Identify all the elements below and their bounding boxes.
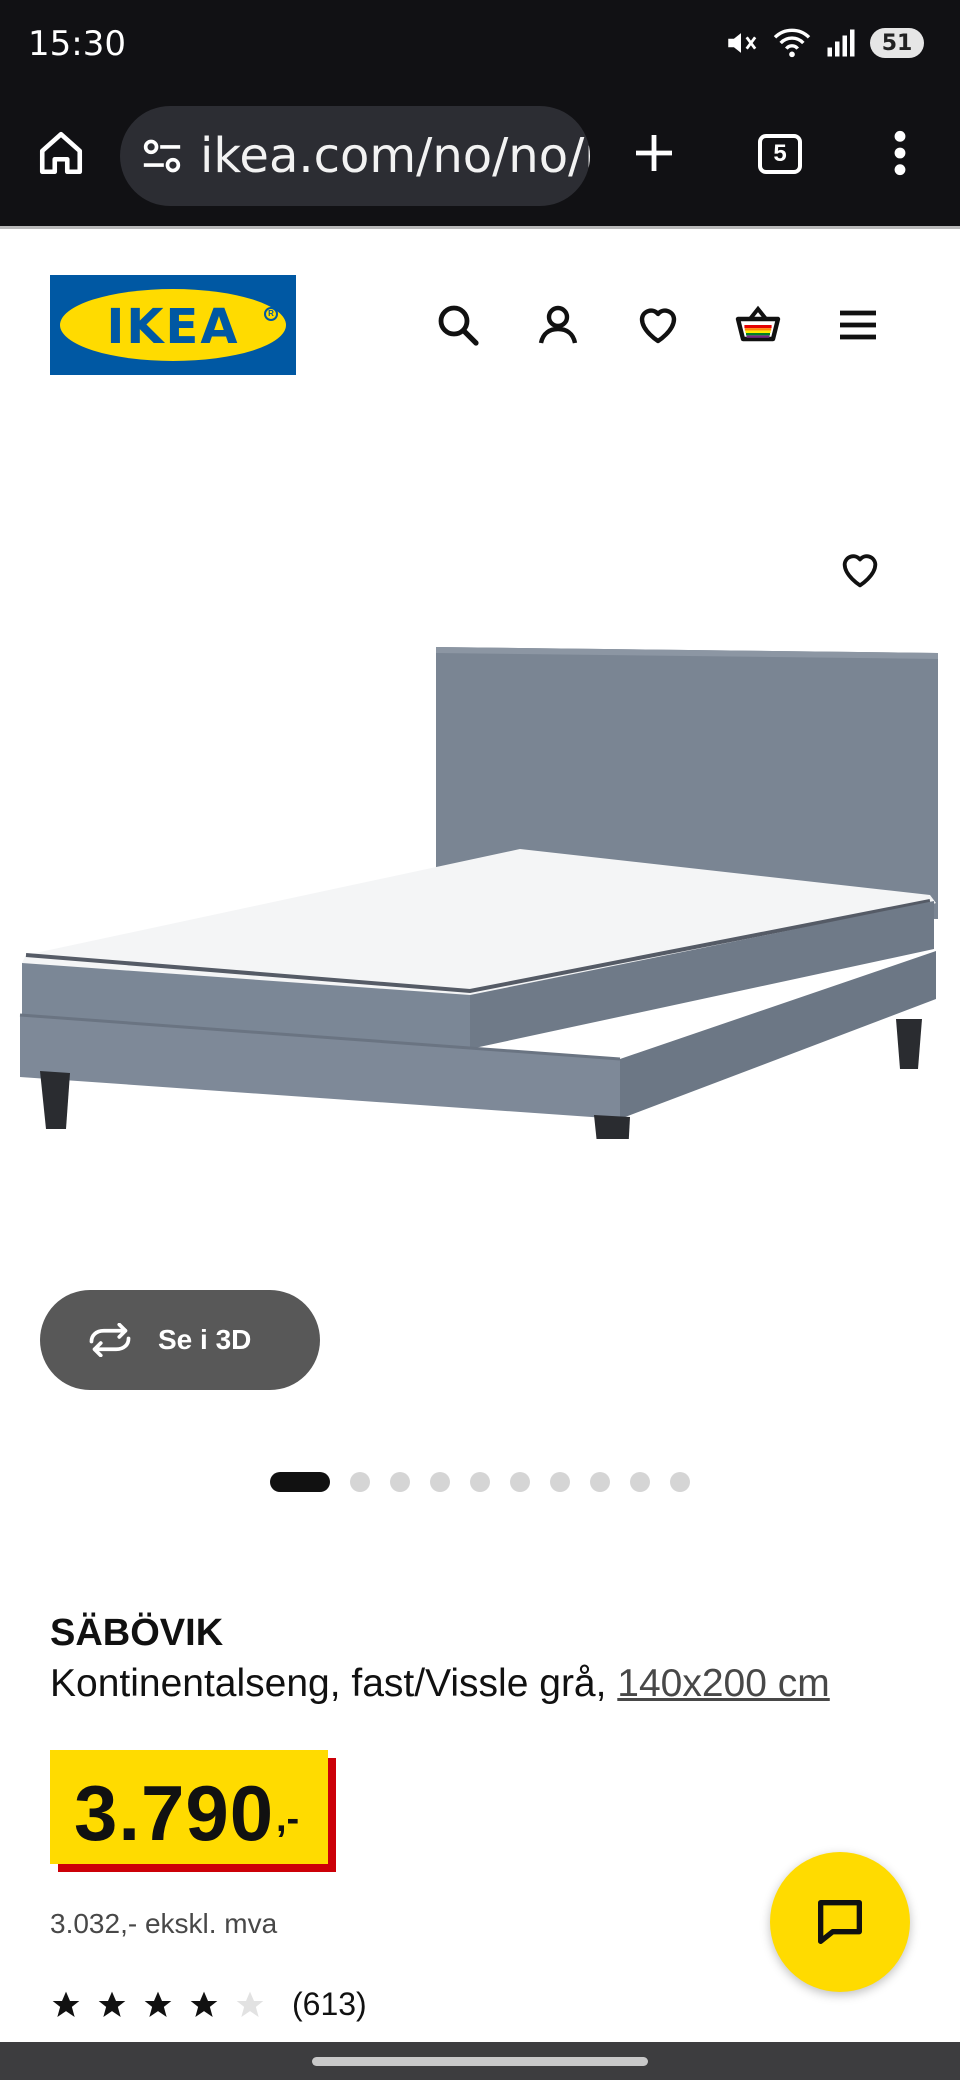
product-description: Kontinentalseng, fast/Vissle grå, 140x20… [50, 1662, 830, 1706]
carousel-dot[interactable] [430, 1472, 450, 1492]
account-icon[interactable] [534, 301, 582, 349]
url-text[interactable]: ikea.com/no/no/p [200, 128, 590, 184]
battery-icon: 51 [870, 28, 924, 58]
carousel-dot[interactable] [590, 1472, 610, 1492]
wifi-icon [773, 28, 811, 58]
star-filled-icon [144, 1991, 172, 2017]
cart-basket-icon[interactable] [734, 301, 782, 349]
product-rating[interactable]: (613) [50, 1986, 367, 2023]
signal-icon [827, 29, 855, 57]
carousel-dot[interactable] [470, 1472, 490, 1492]
star-filled-icon [190, 1991, 218, 2017]
favorites-heart-icon[interactable] [634, 301, 682, 349]
product-size-link[interactable]: 140x200 cm [617, 1662, 829, 1705]
product-name: SÄBÖVIK [50, 1612, 224, 1654]
product-image-bed [19, 647, 938, 1139]
price-suffix: ,- [276, 1798, 300, 1840]
status-bar: 15:30 51 [0, 0, 960, 92]
star-filled-icon [98, 1991, 126, 2017]
view-in-3d-label: Se i 3D [158, 1324, 252, 1355]
product-description-text: Kontinentalseng, fast/Vissle grå, [50, 1662, 618, 1705]
status-icons: 51 [724, 26, 924, 60]
carousel-dot[interactable] [350, 1472, 370, 1492]
add-to-favorites-heart-icon[interactable] [836, 547, 884, 593]
status-time: 15:30 [28, 24, 126, 64]
carousel-dot-active[interactable] [270, 1472, 330, 1492]
chat-button[interactable] [770, 1852, 910, 1992]
search-icon[interactable] [434, 301, 482, 349]
browser-toolbar: ikea.com/no/no/p 5 [0, 92, 960, 226]
home-icon[interactable] [36, 128, 86, 178]
carousel-dot[interactable] [670, 1472, 690, 1492]
registered-mark: R [264, 307, 278, 321]
price-tag-box: 3.790 ,- [50, 1750, 328, 1864]
ikea-logo[interactable]: IKEA R [50, 275, 296, 375]
product-image-gallery[interactable]: Se i 3D [0, 389, 960, 1390]
star-empty-icon [236, 1991, 264, 2017]
rotate-3d-icon [89, 1323, 131, 1357]
carousel-dot[interactable] [390, 1472, 410, 1492]
carousel-indicators[interactable] [270, 1471, 690, 1493]
address-bar[interactable]: ikea.com/no/no/p [120, 106, 590, 206]
carousel-dot[interactable] [510, 1472, 530, 1492]
mute-icon [728, 33, 757, 53]
system-gesture-bar [0, 2042, 960, 2080]
rating-count[interactable]: (613) [292, 1986, 367, 2023]
star-filled-icon [52, 1991, 80, 2017]
view-in-3d-button[interactable]: Se i 3D [40, 1290, 320, 1390]
more-menu-icon[interactable] [880, 128, 920, 178]
home-gesture-handle[interactable] [312, 2057, 648, 2066]
carousel-dot[interactable] [630, 1472, 650, 1492]
logo-text: IKEA [106, 299, 240, 355]
tab-switcher-button[interactable]: 5 [758, 134, 802, 174]
price-value: 3.790 [74, 1769, 275, 1857]
price-tag: 3.790 ,- [50, 1750, 336, 1872]
new-tab-plus-icon[interactable] [630, 129, 678, 177]
site-settings-icon[interactable] [140, 136, 184, 176]
menu-hamburger-icon[interactable] [834, 301, 882, 349]
site-header: IKEA R [0, 229, 960, 389]
price-excl-vat: 3.032,- ekskl. mva [50, 1908, 278, 1939]
carousel-dot[interactable] [550, 1472, 570, 1492]
chat-bubble-icon [818, 1900, 862, 1944]
